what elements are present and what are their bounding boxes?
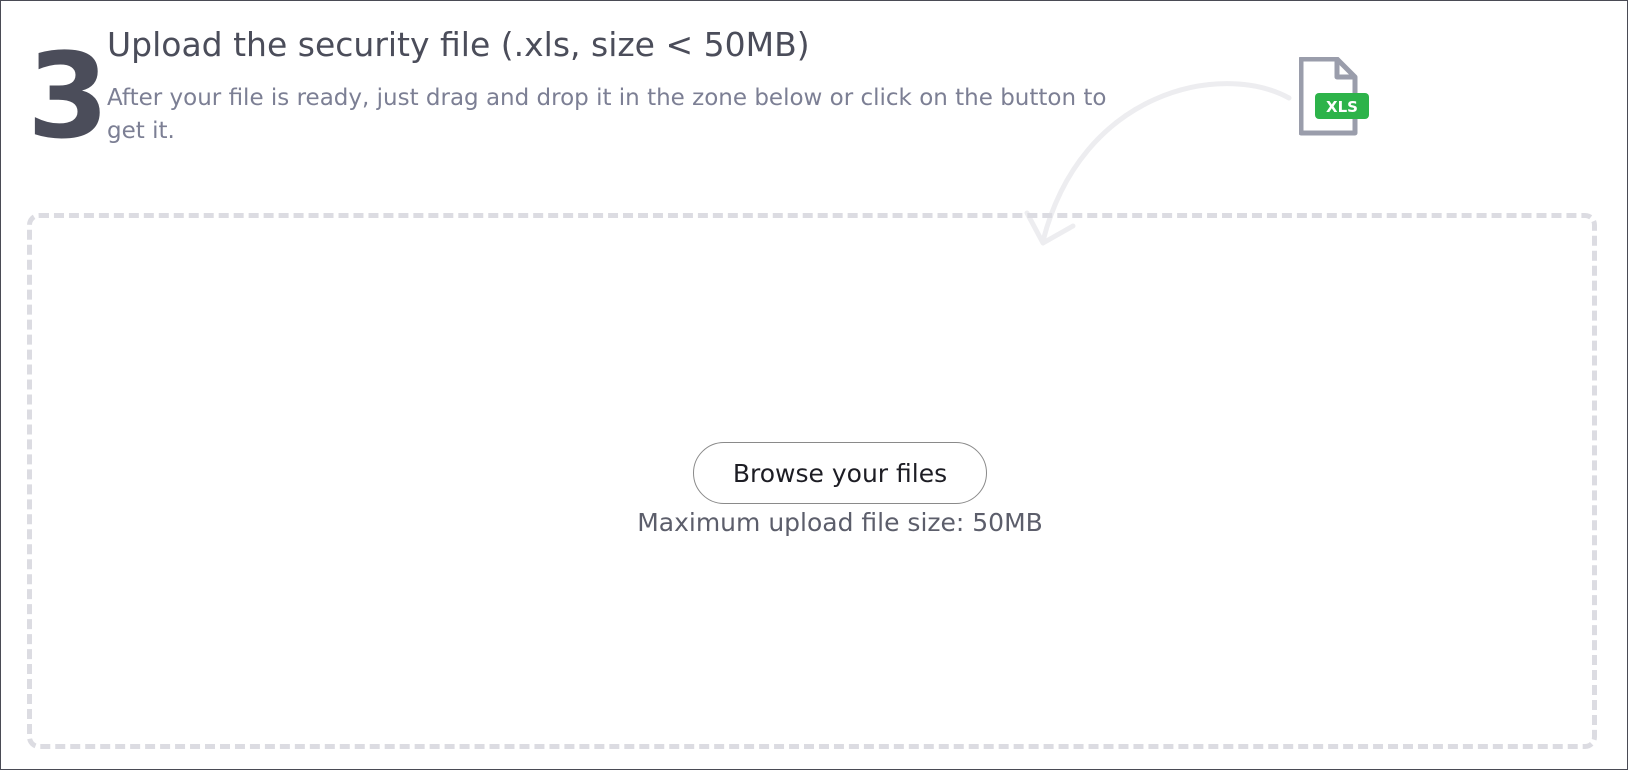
step-description: After your file is ready, just drag and …	[107, 85, 1107, 144]
step-number: 3	[27, 27, 109, 165]
max-upload-size-text: Maximum upload file size: 50MB	[637, 508, 1043, 537]
browse-files-button[interactable]: Browse your files	[693, 442, 987, 504]
upload-panel: 3 Upload the security file (.xls, size <…	[0, 0, 1628, 770]
step-title: Upload the security file (.xls, size < 5…	[107, 25, 810, 64]
xls-file-icon: XLS	[1299, 57, 1369, 136]
xls-badge-label: XLS	[1326, 98, 1358, 116]
